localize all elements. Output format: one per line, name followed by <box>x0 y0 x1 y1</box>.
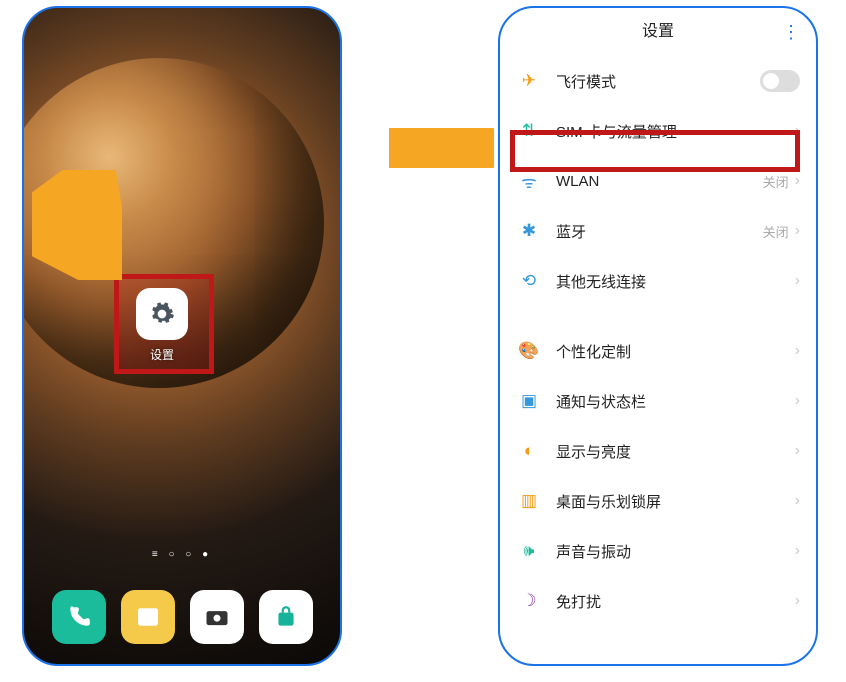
toggle[interactable] <box>760 70 800 92</box>
settings-row-声音与振动[interactable]: 🕪 声音与振动› <box>508 526 808 576</box>
row-icon: ᯤ <box>516 170 542 193</box>
bag-icon <box>273 604 299 630</box>
settings-row-免打扰[interactable]: ☽ 免打扰› <box>508 576 808 626</box>
row-label: 通知与状态栏 <box>556 391 795 412</box>
settings-row-显示与亮度[interactable]: ◐ 显示与亮度› <box>508 426 808 476</box>
chevron-right-icon: › <box>795 342 800 360</box>
row-icon: ☽ <box>516 591 542 611</box>
flow-arrow <box>384 128 494 168</box>
settings-row-通知与状态栏[interactable]: ▣ 通知与状态栏› <box>508 376 808 426</box>
row-label: 声音与振动 <box>556 541 795 562</box>
settings-row-桌面与乐划锁屏[interactable]: ▥ 桌面与乐划锁屏› <box>508 476 808 526</box>
row-icon: 🕪 <box>516 541 542 561</box>
dock-camera-icon[interactable] <box>190 590 244 644</box>
row-icon: ✱ <box>516 221 542 241</box>
dock-store-icon[interactable] <box>259 590 313 644</box>
row-label: WLAN <box>556 173 763 190</box>
more-icon[interactable]: ⋮ <box>782 8 800 56</box>
chevron-right-icon: › <box>795 392 800 410</box>
dock-phone-icon[interactable] <box>52 590 106 644</box>
message-icon <box>133 602 163 632</box>
settings-row-个性化定制[interactable]: 🎨 个性化定制› <box>508 326 808 376</box>
settings-row-其他无线连接[interactable]: ⟲ 其他无线连接› <box>508 256 808 306</box>
settings-title: 设置 <box>642 23 674 40</box>
app-label-settings: 设置 <box>132 346 192 363</box>
row-label: 其他无线连接 <box>556 271 795 292</box>
chevron-right-icon: › <box>795 222 800 240</box>
chevron-right-icon: › <box>795 492 800 510</box>
phone-icon <box>66 604 92 630</box>
row-icon: ✈ <box>516 71 542 91</box>
camera-icon <box>203 603 231 631</box>
dock <box>24 590 340 644</box>
row-icon: 🎨 <box>516 341 542 361</box>
app-icon-settings[interactable]: 设置 <box>132 288 192 363</box>
chevron-right-icon: › <box>795 542 800 560</box>
row-icon: ⟲ <box>516 271 542 291</box>
row-label: 个性化定制 <box>556 341 795 362</box>
page-indicator: ≡ ○ ○ ● <box>24 549 340 560</box>
row-label: 蓝牙 <box>556 221 763 242</box>
settings-row-飞行模式[interactable]: ✈ 飞行模式 <box>508 56 808 106</box>
chevron-right-icon: › <box>795 272 800 290</box>
chevron-right-icon: › <box>795 442 800 460</box>
row-icon: ▣ <box>516 391 542 411</box>
row-icon: ◐ <box>516 441 542 461</box>
dock-messages-icon[interactable] <box>121 590 175 644</box>
row-label: 显示与亮度 <box>556 441 795 462</box>
highlight-sim-row <box>510 130 800 172</box>
row-label: 免打扰 <box>556 591 795 612</box>
settings-header: 设置 ⋮ <box>500 8 816 56</box>
phone-settings-screen: 设置 ⋮ ✈飞行模式⇅SIM 卡与流量管理›ᯤWLAN关闭›✱蓝牙关闭›⟲其他无… <box>498 6 818 666</box>
row-value: 关闭 <box>763 172 789 191</box>
row-label: 飞行模式 <box>556 71 760 92</box>
row-value: 关闭 <box>763 222 789 241</box>
chevron-right-icon: › <box>795 172 800 190</box>
gear-icon <box>149 301 175 327</box>
pointer-arrow-to-app <box>32 170 122 280</box>
chevron-right-icon: › <box>795 592 800 610</box>
row-icon: ▥ <box>516 491 542 511</box>
phone-home-screen: 设置 ≡ ○ ○ ● <box>22 6 342 666</box>
settings-row-蓝牙[interactable]: ✱ 蓝牙关闭 › <box>508 206 808 256</box>
row-label: 桌面与乐划锁屏 <box>556 491 795 512</box>
